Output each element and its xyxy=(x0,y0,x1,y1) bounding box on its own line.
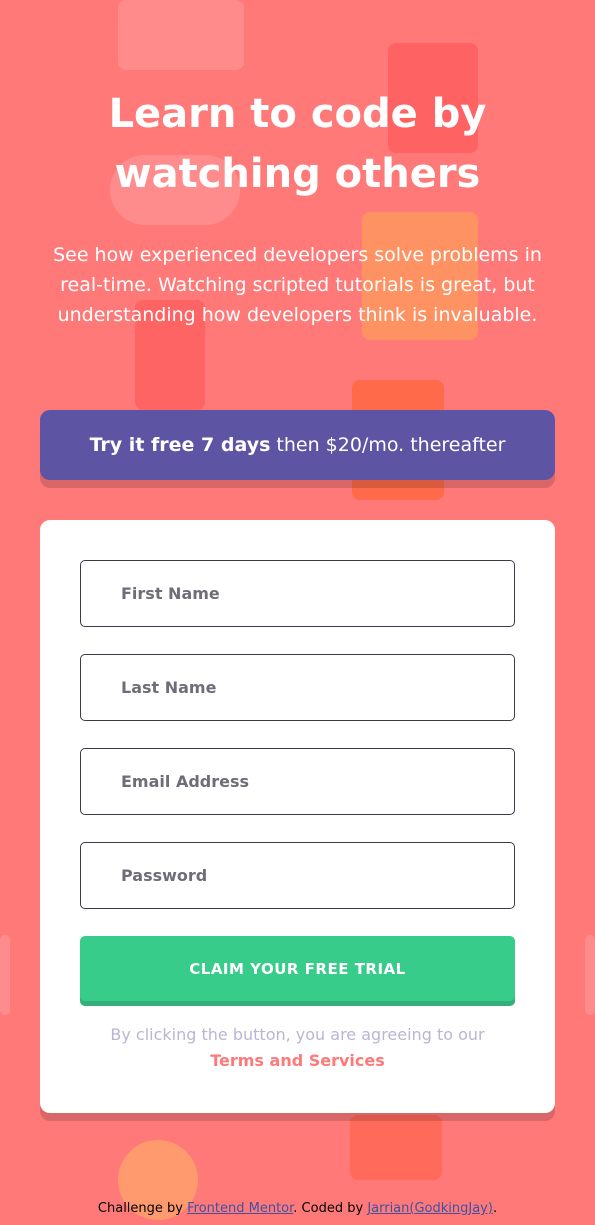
intro-text: See how experienced developers solve pro… xyxy=(53,244,542,326)
bg-side-bar-left-icon xyxy=(0,935,10,1015)
attribution-prefix: Challenge by xyxy=(97,1201,183,1216)
attribution-middle: . Coded by xyxy=(293,1201,364,1216)
claim-trial-button[interactable]: CLAIM YOUR FREE TRIAL xyxy=(80,936,515,1001)
offer-details: then $20/mo. thereafter xyxy=(276,434,506,456)
terms-prefix: By clicking the button, you are agreeing… xyxy=(110,1025,485,1044)
frontend-mentor-link[interactable]: Frontend Mentor xyxy=(187,1201,293,1216)
signup-form: CLAIM YOUR FREE TRIAL By clicking the bu… xyxy=(40,520,555,1113)
terms-notice: By clicking the button, you are agreeing… xyxy=(60,1022,535,1074)
password-input[interactable] xyxy=(80,842,515,909)
bg-side-bar-right-icon xyxy=(585,935,595,1015)
bg-house-icon xyxy=(118,0,244,70)
attribution-suffix: . xyxy=(492,1201,498,1216)
author-link[interactable]: Jarrian(GodkingJay) xyxy=(367,1201,493,1216)
bg-rocket-icon xyxy=(350,1115,442,1180)
email-input[interactable] xyxy=(80,748,515,815)
terms-link[interactable]: Terms and Services xyxy=(210,1051,385,1070)
first-name-input[interactable] xyxy=(80,560,515,627)
attribution: Challenge by Frontend Mentor. Coded by J… xyxy=(0,1199,595,1219)
page-title: Learn to code by watching others xyxy=(108,91,487,197)
trial-offer-banner: Try it free 7 days then $20/mo. thereaft… xyxy=(40,410,555,480)
last-name-input[interactable] xyxy=(80,654,515,721)
offer-highlight: Try it free 7 days xyxy=(89,434,271,456)
